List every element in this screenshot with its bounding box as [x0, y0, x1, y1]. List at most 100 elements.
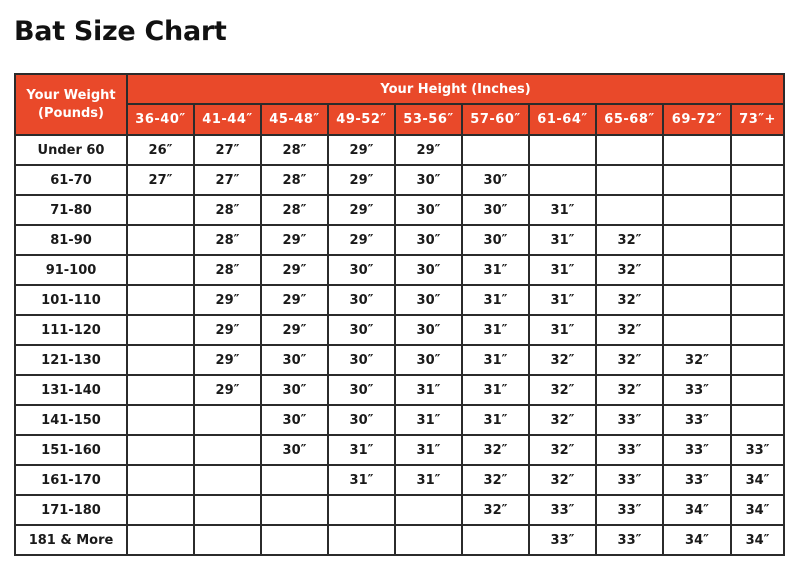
- bat-length-cell: 30″: [260, 434, 329, 466]
- bat-length-cell: 28″: [260, 194, 329, 226]
- bat-length-cell: 29″: [193, 314, 262, 346]
- bat-length-cell: 31″: [461, 344, 530, 376]
- bat-length-cell: 29″: [193, 344, 262, 376]
- bat-length-cell: [260, 524, 329, 556]
- height-column-header: 57-60″: [461, 103, 530, 136]
- bat-length-cell: 34″: [662, 524, 732, 556]
- bat-length-cell: 34″: [729, 464, 786, 496]
- bat-length-cell: [193, 464, 262, 496]
- bat-length-cell: 28″: [193, 194, 262, 226]
- table-row: 91-100 28″ 29″ 30″ 30″ 31″ 31″ 32″: [14, 254, 786, 286]
- weight-label: 101-110: [14, 284, 128, 316]
- bat-length-cell: [126, 404, 195, 436]
- table-row: 151-160 30″ 31″ 31″ 32″ 32″ 33″ 33″ 33″: [14, 434, 786, 466]
- height-column-header: 69-72″: [662, 103, 732, 136]
- table-body: Under 60 26″ 27″ 28″ 29″ 29″ 61-70 27″ 27″ 28″ 29″…: [14, 134, 786, 556]
- weight-label: 111-120: [14, 314, 128, 346]
- bat-length-cell: [327, 494, 396, 526]
- bat-length-cell: [461, 524, 530, 556]
- bat-length-cell: [729, 254, 786, 286]
- table-row: 141-150 30″ 30″ 31″ 31″ 32″ 33″ 33″: [14, 404, 786, 436]
- bat-length-cell: [126, 314, 195, 346]
- bat-length-cell: 32″: [662, 344, 732, 376]
- bat-length-cell: 32″: [595, 284, 664, 316]
- bat-length-cell: [126, 254, 195, 286]
- table-row: 181 & More 33″ 33″ 34″ 34″: [14, 524, 786, 556]
- bat-length-cell: 31″: [461, 284, 530, 316]
- bat-length-cell: 30″: [327, 404, 396, 436]
- bat-length-cell: 31″: [394, 404, 463, 436]
- bat-length-cell: 33″: [662, 404, 732, 436]
- bat-length-cell: 31″: [461, 254, 530, 286]
- height-group-header: Your Height (Inches): [125, 73, 786, 105]
- bat-length-cell: 27″: [126, 164, 195, 196]
- bat-length-cell: [729, 374, 786, 406]
- bat-length-cell: 30″: [260, 404, 329, 436]
- bat-length-cell: 30″: [394, 344, 463, 376]
- bat-size-table: Your Weight (Pounds) Your Height (Inches…: [14, 73, 786, 556]
- bat-length-cell: 30″: [461, 164, 530, 196]
- bat-length-cell: [193, 524, 262, 556]
- height-columns-row: 36-40″ 41-44″ 45-48″ 49-52″ 53-56″ 57-60″ 61-6…: [15, 103, 786, 136]
- bat-length-cell: [662, 134, 732, 166]
- bat-length-cell: [662, 224, 732, 256]
- weight-label: 141-150: [14, 404, 128, 436]
- bat-length-cell: [662, 194, 732, 226]
- bat-length-cell: [126, 194, 195, 226]
- bat-length-cell: 33″: [528, 524, 597, 556]
- weight-header-line1: Your Weight: [26, 87, 116, 103]
- table-row: 121-130 29″ 30″ 30″ 30″ 31″ 32″ 32″ 32″: [14, 344, 786, 376]
- bat-length-cell: 30″: [461, 224, 530, 256]
- bat-length-cell: 31″: [394, 464, 463, 496]
- bat-length-cell: 30″: [327, 344, 396, 376]
- bat-length-cell: [729, 404, 786, 436]
- weight-label: 71-80: [14, 194, 128, 226]
- bat-length-cell: [729, 284, 786, 316]
- bat-length-cell: [126, 524, 195, 556]
- bat-length-cell: 29″: [327, 134, 396, 166]
- bat-length-cell: 33″: [528, 494, 597, 526]
- bat-length-cell: [260, 494, 329, 526]
- bat-length-cell: [193, 494, 262, 526]
- bat-length-cell: [729, 134, 786, 166]
- height-column-header: 65-68″: [595, 103, 664, 136]
- bat-length-cell: 30″: [327, 254, 396, 286]
- bat-length-cell: 29″: [193, 374, 262, 406]
- bat-length-cell: [595, 164, 664, 196]
- bat-length-cell: [394, 524, 463, 556]
- header-row-top: Your Weight (Pounds) Your Height (Inches…: [14, 73, 786, 136]
- bat-length-cell: 29″: [260, 284, 329, 316]
- bat-length-cell: [595, 134, 664, 166]
- bat-length-cell: 34″: [662, 494, 732, 526]
- height-column-header: 61-64″: [528, 103, 597, 136]
- bat-length-cell: 31″: [528, 224, 597, 256]
- bat-length-cell: 32″: [595, 344, 664, 376]
- bat-length-cell: 28″: [260, 134, 329, 166]
- bat-length-cell: [126, 224, 195, 256]
- bat-length-cell: [126, 374, 195, 406]
- bat-length-cell: 27″: [193, 134, 262, 166]
- bat-length-cell: 30″: [394, 314, 463, 346]
- bat-length-cell: 31″: [327, 434, 396, 466]
- bat-length-cell: 27″: [193, 164, 262, 196]
- page-title: Bat Size Chart: [14, 16, 227, 47]
- weight-label: Under 60: [14, 134, 128, 166]
- table-row: 131-140 29″ 30″ 30″ 31″ 31″ 32″ 32″ 33″: [14, 374, 786, 406]
- bat-length-cell: 31″: [394, 374, 463, 406]
- bat-length-cell: 28″: [260, 164, 329, 196]
- height-column-header: 49-52″: [327, 103, 396, 136]
- bat-length-cell: 31″: [461, 374, 530, 406]
- bat-length-cell: [729, 344, 786, 376]
- bat-length-cell: 30″: [394, 284, 463, 316]
- table-row: 71-80 28″ 28″ 29″ 30″ 30″ 31″: [14, 194, 786, 226]
- bat-length-cell: [327, 524, 396, 556]
- bat-length-cell: [528, 134, 597, 166]
- weight-label: 161-170: [14, 464, 128, 496]
- bat-length-cell: 33″: [662, 434, 732, 466]
- bat-length-cell: 29″: [260, 254, 329, 286]
- bat-length-cell: 30″: [327, 284, 396, 316]
- bat-length-cell: 32″: [528, 434, 597, 466]
- bat-length-cell: 30″: [394, 254, 463, 286]
- bat-length-cell: 32″: [528, 404, 597, 436]
- bat-length-cell: [662, 284, 732, 316]
